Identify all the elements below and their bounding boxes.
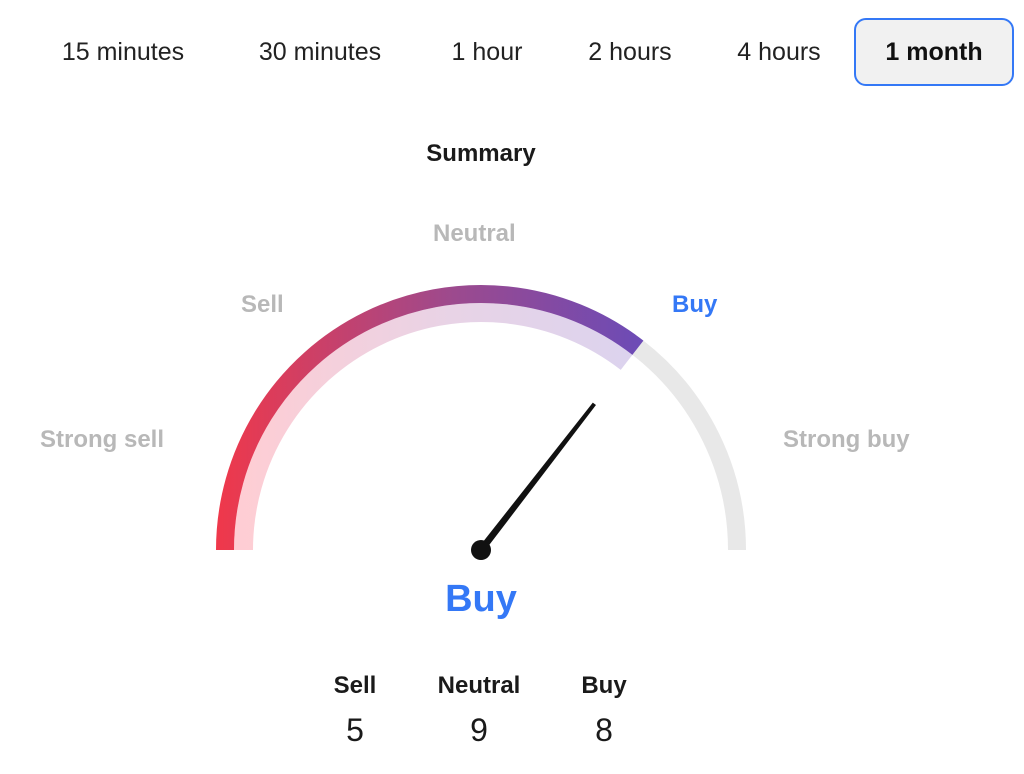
- count-value: 8: [595, 712, 613, 748]
- count-label: Buy: [581, 672, 627, 699]
- count-buy: Buy 8: [534, 670, 674, 749]
- count-value: 9: [470, 712, 488, 748]
- gauge-needle: [478, 402, 596, 553]
- count-label: Sell: [333, 672, 377, 699]
- gauge-track: [632, 340, 746, 551]
- count-sell: Sell 5: [285, 670, 425, 749]
- sentiment-gauge: [216, 285, 746, 560]
- count-neutral: Neutral 9: [409, 670, 549, 749]
- count-label: Neutral: [437, 672, 521, 699]
- gauge-pivot: [471, 540, 491, 560]
- count-value: 5: [346, 712, 364, 748]
- gauge-inner-band: [234, 303, 633, 551]
- summary-verdict: Buy: [445, 578, 517, 620]
